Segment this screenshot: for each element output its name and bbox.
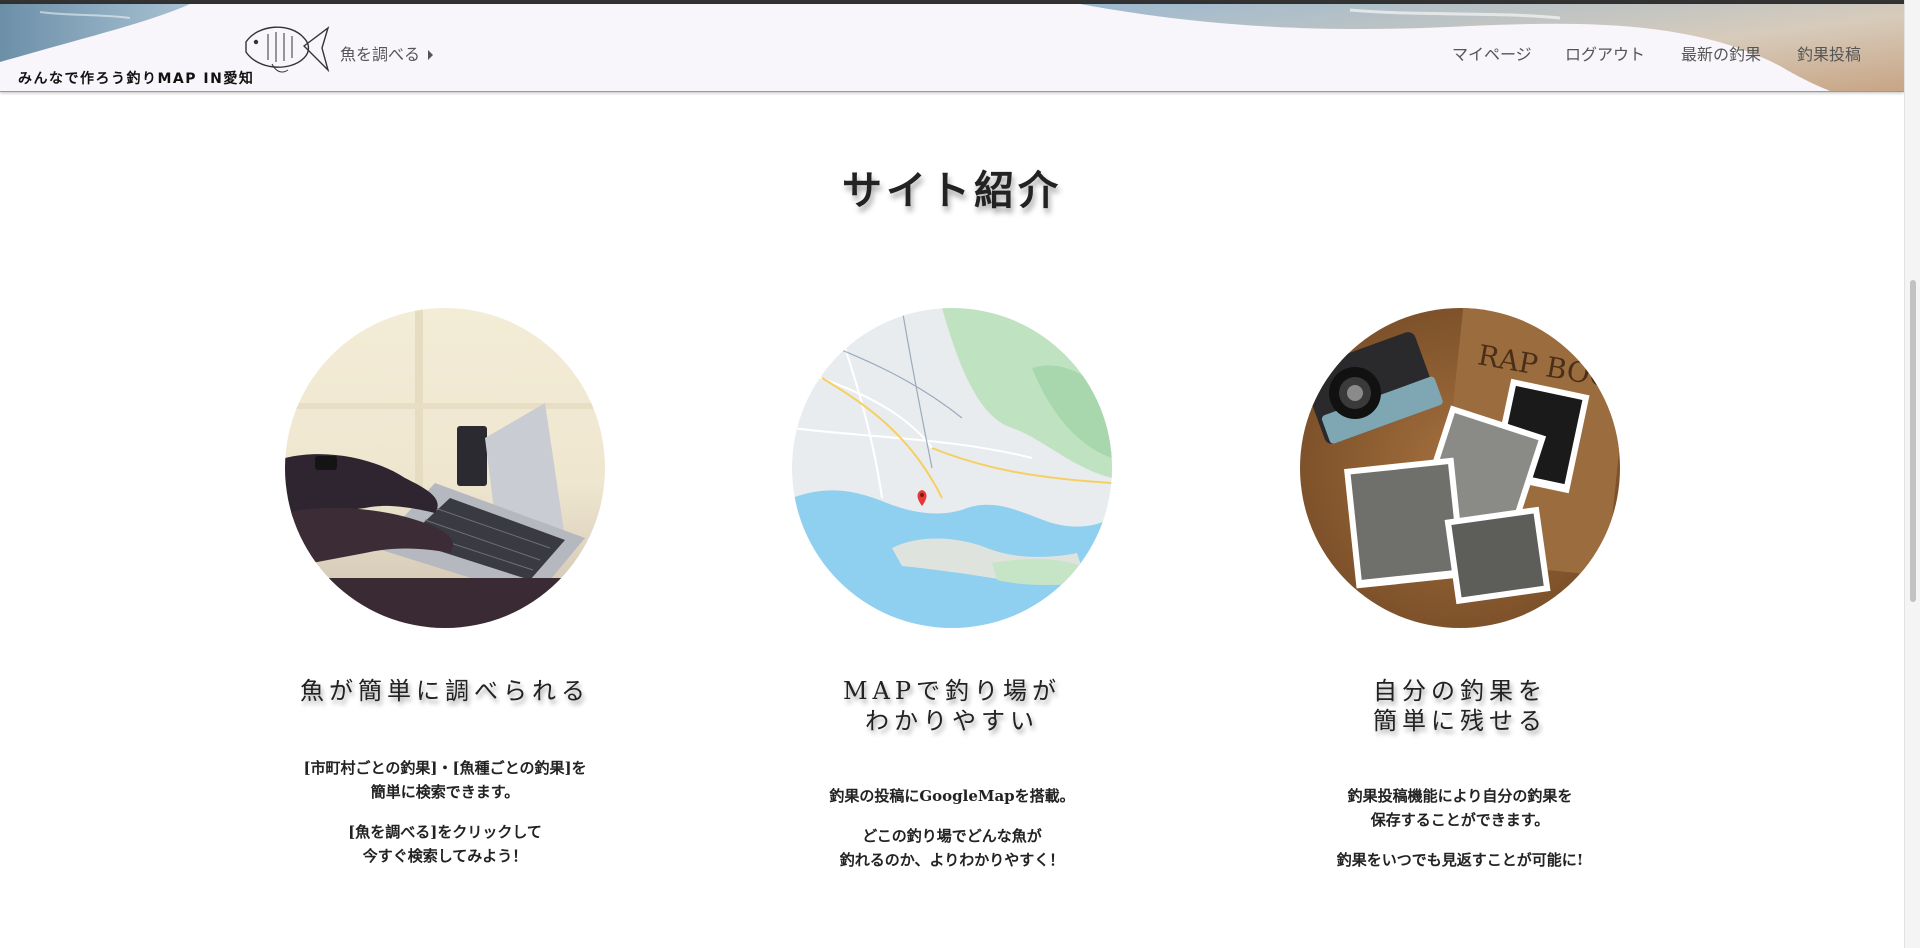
caret-right-icon <box>428 49 434 60</box>
description-line: [市町村ごとの釣果]・[魚種ごとの釣果]を <box>303 759 587 777</box>
feature-title: 魚が簡単に調べられる <box>225 676 665 706</box>
feature-title-line: わかりやすい <box>865 707 1039 735</box>
feature-title: MAPで釣り場が わかりやすい <box>732 676 1172 736</box>
feature-title-line: 簡単に残せる <box>1373 707 1547 735</box>
scrollbar-thumb[interactable] <box>1910 280 1916 602</box>
feature-title-line: 魚が簡単に調べられる <box>300 677 590 705</box>
description-line: 今すぐ検索してみよう！ <box>362 847 528 865</box>
feature-map: MAPで釣り場が わかりやすい 釣果の投稿にGoogleMapを搭載。 どこの釣… <box>792 308 1112 869</box>
description-line: 釣果の投稿にGoogleMapを搭載。 <box>829 787 1075 805</box>
nav-post-catch[interactable]: 釣果投稿 <box>1797 41 1861 65</box>
description-line: [魚を調べる]をクリックして <box>348 823 542 841</box>
laptop-typing-image <box>285 308 605 628</box>
nav-latest-catches[interactable]: 最新の釣果 <box>1681 41 1761 65</box>
feature-title-line: 自分の釣果を <box>1373 677 1547 705</box>
description-line: 釣果投稿機能により自分の釣果を <box>1347 787 1573 805</box>
description-line: どこの釣り場でどんな魚が <box>862 827 1042 845</box>
description-line: 釣果をいつでも見返すことが可能に! <box>1336 851 1584 869</box>
section-title: サイト紹介 <box>842 167 1062 214</box>
page-scrollbar[interactable] <box>1904 0 1920 948</box>
nav-mypage[interactable]: マイページ <box>1452 41 1532 65</box>
google-map-image <box>792 308 1112 628</box>
site-header: みんなで作ろう釣りMAP IN愛知 魚を調べる マイページ ログアウト 最新の釣… <box>0 4 1904 92</box>
logo-text: みんなで作ろう釣りMAP IN愛知 <box>18 71 255 87</box>
scrapbook-photos-image: RAP BOOK <box>1300 308 1620 628</box>
feature-fish-search: 魚が簡単に調べられる [市町村ごとの釣果]・[魚種ごとの釣果]を 簡単に検索でき… <box>285 308 605 865</box>
description-line: 保存することができます。 <box>1370 811 1550 829</box>
description-line: 釣れるのか、よりわかりやすく！ <box>839 851 1065 869</box>
feature-title-line: MAPで釣り場が <box>842 677 1062 705</box>
feature-save-catches: RAP BOOK 自分の釣果を 簡単に残せる 釣果投稿機能により自分の釣果を 保… <box>1300 308 1620 869</box>
feature-description: 釣果の投稿にGoogleMapを搭載。 どこの釣り場でどんな魚が 釣れるのか、よ… <box>732 784 1172 872</box>
fish-search-menu[interactable]: 魚を調べる <box>340 41 434 65</box>
feature-title: 自分の釣果を 簡単に残せる <box>1240 676 1680 736</box>
fish-search-label: 魚を調べる <box>340 45 421 64</box>
feature-description: [市町村ごとの釣果]・[魚種ごとの釣果]を 簡単に検索できます。 [魚を調べる]… <box>225 756 665 868</box>
nav-logout[interactable]: ログアウト <box>1565 41 1645 65</box>
description-line: 簡単に検索できます。 <box>370 783 520 801</box>
site-logo[interactable]: みんなで作ろう釣りMAP IN愛知 <box>16 16 330 87</box>
feature-description: 釣果投稿機能により自分の釣果を 保存することができます。 釣果をいつでも見返すこ… <box>1240 784 1680 872</box>
